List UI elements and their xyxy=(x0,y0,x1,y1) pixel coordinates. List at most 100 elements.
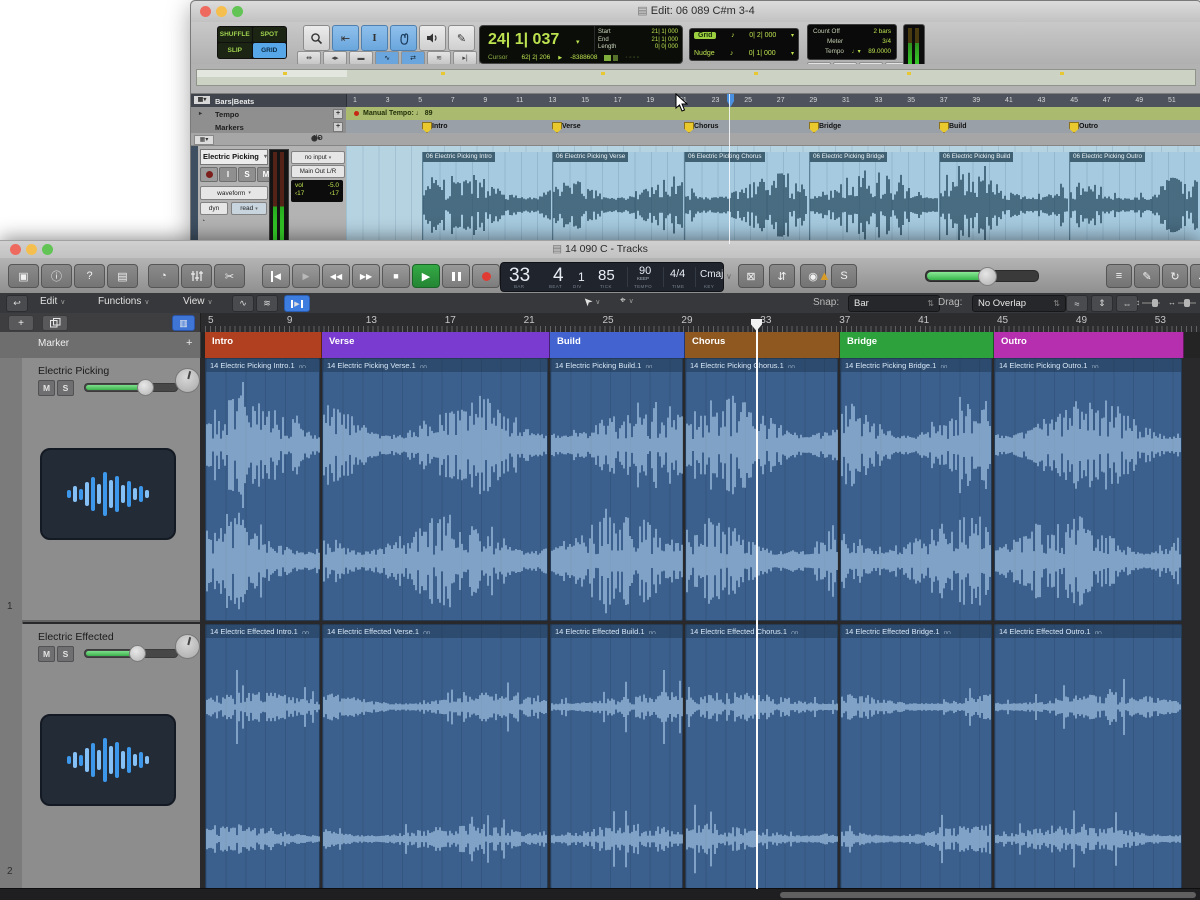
library-button[interactable]: ▣ xyxy=(8,264,39,288)
rewind-button[interactable]: ◀◀ xyxy=(322,264,350,288)
slip-mode-button[interactable]: SLIP xyxy=(218,43,252,58)
pt-timeline[interactable]: 06 Electric Picking Intro 06 Electric Pic… xyxy=(346,146,1200,244)
inspector-button[interactable]: ⓘ xyxy=(41,264,72,288)
waveform-zoom-button[interactable]: ∿ xyxy=(375,51,399,65)
waveform-zoom-button[interactable]: ≈ xyxy=(1066,295,1088,312)
horizontal-auto-zoom-button[interactable]: ⇔ xyxy=(1116,295,1138,312)
grid-mode-button[interactable]: GRID xyxy=(253,43,287,58)
autopunch-button[interactable]: ⇵ xyxy=(769,264,795,288)
marker-label[interactable]: Bridge xyxy=(819,123,841,130)
vertical-auto-zoom-button[interactable]: ⇕ xyxy=(1091,295,1113,312)
universe-viewport[interactable] xyxy=(197,70,347,77)
functions-menu[interactable]: Functions∨ xyxy=(98,296,149,307)
pt-tempo-ruler[interactable]: ▸ Tempo + Manual Tempo: ♩ 89 xyxy=(191,107,1200,120)
audio-clip[interactable]: 06 Electric Picking Intro xyxy=(422,152,553,244)
audio-region[interactable]: 14 Electric Picking Verse.1∩∩ xyxy=(322,358,548,621)
link-icon[interactable] xyxy=(613,55,618,61)
marker-flag-icon[interactable] xyxy=(1069,122,1079,133)
grid-dropdown-icon[interactable]: ▾ xyxy=(791,32,794,39)
marker-flag-icon[interactable] xyxy=(552,122,562,133)
marker-flag-icon[interactable] xyxy=(422,122,432,133)
pt-main-counter[interactable]: 24| 1| 037 ▾ Start21| 1| 000 End21| 1| 0… xyxy=(479,25,683,64)
stop-button[interactable]: ■ xyxy=(382,264,410,288)
tempo-event-icon[interactable] xyxy=(354,111,359,116)
quick-help-button[interactable]: ? xyxy=(74,264,105,288)
zoom-toggle-button[interactable]: ◂▸ xyxy=(323,51,347,65)
audio-clip[interactable]: 06 Electric Picking Build xyxy=(939,152,1070,244)
marker-flag-icon[interactable] xyxy=(684,122,694,133)
grid-value[interactable]: 0| 2| 000 xyxy=(749,32,776,39)
audio-region[interactable]: 14 Electric Picking Outro.1∩∩ xyxy=(994,358,1182,621)
spot-mode-button[interactable]: SPOT xyxy=(253,27,287,42)
replace-button[interactable]: ⊠ xyxy=(738,264,764,288)
marker-label[interactable]: Intro xyxy=(432,123,448,130)
media-browser-button[interactable]: ♬ xyxy=(1190,264,1200,288)
go-to-beginning-button[interactable]: ◀ xyxy=(262,264,290,288)
audio-clip[interactable]: 06 Electric Picking Chorus xyxy=(684,152,810,244)
grid-value-toggle[interactable]: Grid xyxy=(694,32,716,39)
lcd-display[interactable]: 33 BAR 4 BEAT 1 DIV 85 TICK 90 KEEP TEMP… xyxy=(500,262,724,292)
timeline-insertion-icon[interactable] xyxy=(604,55,611,61)
section-marker[interactable]: Intro xyxy=(205,332,322,358)
add-marker-icon[interactable]: + xyxy=(333,122,343,132)
smart-controls-button[interactable]: ◔ xyxy=(148,264,179,288)
ruler-view-icon[interactable]: ▦▾ xyxy=(194,96,210,104)
main-counter-value[interactable]: 24| 1| 037 xyxy=(488,31,559,49)
zoom-out-horizontal-button[interactable]: ⇹ xyxy=(297,51,321,65)
lg-titlebar[interactable]: ▤ 14 090 C - Tracks xyxy=(0,241,1200,259)
audio-region[interactable]: 14 Electric Picking Chorus.1∩∩ xyxy=(685,358,838,621)
section-marker[interactable]: Bridge xyxy=(840,332,994,358)
audio-region[interactable]: 14 Electric Effected Outro.1∩∩ xyxy=(994,624,1182,889)
add-tempo-icon[interactable]: + xyxy=(333,109,343,119)
track-list-icon[interactable]: ▦▾ xyxy=(194,135,214,145)
pt-markers-ruler[interactable]: Markers + IntroVerseChorusBridgeBuildOut… xyxy=(191,120,1200,133)
command-click-tool-selector[interactable]: ⌖∨ xyxy=(620,295,634,306)
trim-tool-button[interactable]: ⇤ xyxy=(332,25,359,51)
pencil-tool-button[interactable]: ✎ xyxy=(448,25,475,51)
drag-select[interactable]: No Overlap⇅ xyxy=(972,295,1066,312)
pt-bars-ruler[interactable]: ▦▾ Bars|Beats 13579111315171921232527293… xyxy=(191,94,1200,107)
marker-flag-icon[interactable] xyxy=(809,122,819,133)
lcd-div[interactable]: 1 xyxy=(578,270,585,284)
left-click-tool-selector[interactable]: ➤∨ xyxy=(583,295,600,308)
toolbar-toggle-button[interactable]: ▤ xyxy=(107,264,138,288)
section-marker[interactable]: Chorus xyxy=(685,332,840,358)
loop-browser-button[interactable]: ↻ xyxy=(1162,264,1188,288)
selector-tool-button[interactable]: I xyxy=(361,25,388,51)
audio-clip[interactable]: 06 Electric Picking Bridge xyxy=(809,152,940,244)
counter-dropdown-icon[interactable]: ▾ xyxy=(576,38,580,46)
audio-region[interactable]: 14 Electric Effected Intro.1∩∩ xyxy=(205,624,320,889)
next-zoom-button[interactable]: ▸| xyxy=(453,51,477,65)
zoom-preset-button[interactable]: ≋ xyxy=(427,51,451,65)
snap-select[interactable]: Bar⇅ xyxy=(848,295,940,312)
tempo-label[interactable]: Tempo xyxy=(825,48,844,55)
play-from-selection-button[interactable]: ▶ xyxy=(292,264,320,288)
lg-ruler[interactable]: + ▥ 591317212529333741454953 xyxy=(0,313,1200,332)
back-button[interactable]: ↩ xyxy=(6,295,28,312)
master-volume-slider[interactable] xyxy=(925,270,1039,282)
audio-region[interactable]: 14 Electric Effected Verse.1∩∩ xyxy=(322,624,548,889)
nudge-dropdown-icon[interactable]: ▾ xyxy=(791,50,794,57)
tempo-disclosure-icon[interactable]: ▸ xyxy=(199,110,202,117)
nudge-value[interactable]: 0| 1| 000 xyxy=(749,50,776,57)
playhead[interactable] xyxy=(756,319,758,889)
record-button[interactable] xyxy=(472,264,500,288)
lcd-time-sig[interactable]: 4/4 xyxy=(670,268,685,280)
marker-label[interactable]: Outro xyxy=(1079,123,1098,130)
lcd-key[interactable]: Cmaj xyxy=(700,269,723,280)
audio-region[interactable]: 14 Electric Picking Build.1∩∩ xyxy=(550,358,683,621)
audio-clip[interactable]: 06 Electric Picking Outro xyxy=(1069,152,1200,244)
automation-button[interactable]: ∿ xyxy=(232,295,254,312)
section-marker[interactable]: Verse xyxy=(322,332,550,358)
audio-zoom-button[interactable]: ▬ xyxy=(349,51,373,65)
pause-button[interactable] xyxy=(442,264,470,288)
editors-button[interactable]: ✂ xyxy=(214,264,245,288)
audio-region[interactable]: 14 Electric Picking Intro.1∩∩ xyxy=(205,358,320,621)
grid-note-icon[interactable]: ♪ xyxy=(731,32,735,39)
count-off-label[interactable]: Count Off xyxy=(813,28,840,35)
mixer-button[interactable] xyxy=(181,264,212,288)
note-pads-button[interactable]: ✎ xyxy=(1134,264,1160,288)
marker-flag-icon[interactable] xyxy=(939,122,949,133)
nudge-note-icon[interactable]: ♪ xyxy=(730,50,734,57)
edit-menu[interactable]: Edit∨ xyxy=(40,296,65,307)
